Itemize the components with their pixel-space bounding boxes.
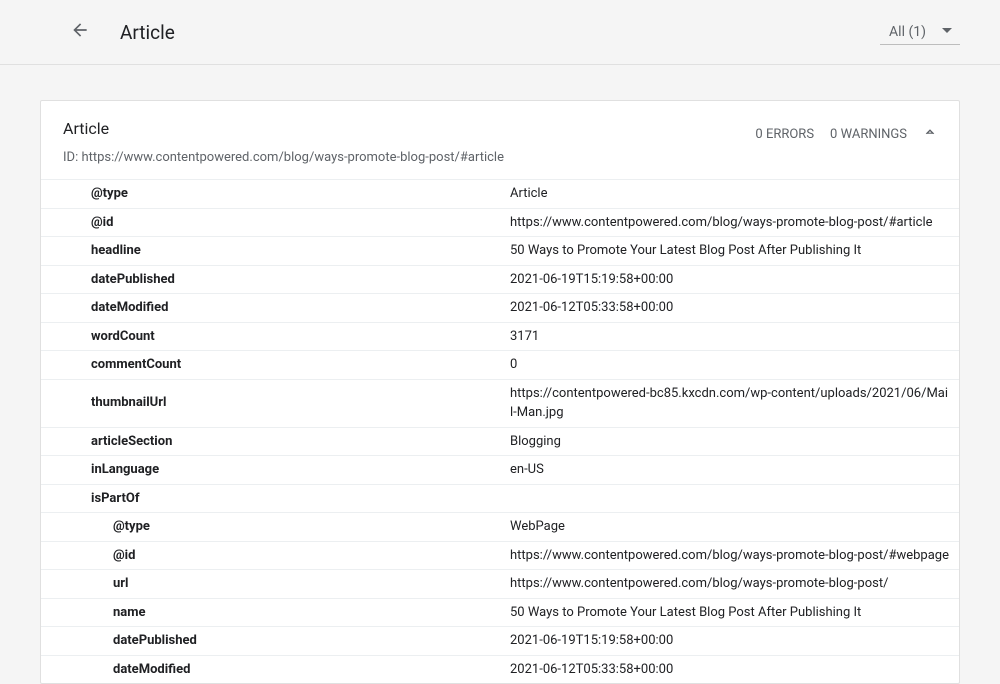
property-value: 0 — [500, 351, 959, 380]
property-key: @id — [41, 541, 500, 570]
property-key: @type — [41, 180, 500, 209]
table-row[interactable]: thumbnailUrlhttps://contentpowered-bc85.… — [41, 379, 959, 427]
property-key: isPartOf — [41, 484, 500, 513]
card-header-left: Article ID: https://www.contentpowered.c… — [63, 119, 504, 165]
table-row[interactable]: commentCount0 — [41, 351, 959, 380]
table-row[interactable]: @idhttps://www.contentpowered.com/blog/w… — [41, 541, 959, 570]
property-key: articleSection — [41, 427, 500, 456]
errors-count: 0 ERRORS — [755, 127, 814, 142]
property-key: headline — [41, 237, 500, 266]
table-row[interactable]: @typeWebPage — [41, 513, 959, 542]
property-key: wordCount — [41, 322, 500, 351]
property-value: WebPage — [500, 513, 959, 542]
table-row[interactable]: urlhttps://www.contentpowered.com/blog/w… — [41, 570, 959, 599]
chevron-down-icon — [942, 24, 952, 40]
property-value: 50 Ways to Promote Your Latest Blog Post… — [500, 598, 959, 627]
property-value: 2021-06-12T05:33:58+00:00 — [500, 655, 959, 683]
property-value: https://www.contentpowered.com/blog/ways… — [500, 208, 959, 237]
card-header-right: 0 ERRORS 0 WARNINGS — [755, 119, 937, 143]
property-value: Blogging — [500, 427, 959, 456]
table-row[interactable]: dateModified2021-06-12T05:33:58+00:00 — [41, 294, 959, 323]
page-header: Article All (1) — [0, 0, 1000, 65]
property-value: 2021-06-19T15:19:58+00:00 — [500, 265, 959, 294]
property-value: 2021-06-12T05:33:58+00:00 — [500, 294, 959, 323]
table-row[interactable]: headline50 Ways to Promote Your Latest B… — [41, 237, 959, 266]
table-row[interactable]: isPartOf — [41, 484, 959, 513]
property-value: https://contentpowered-bc85.kxcdn.com/wp… — [500, 379, 959, 427]
property-value: en-US — [500, 456, 959, 485]
table-row[interactable]: wordCount3171 — [41, 322, 959, 351]
property-value: https://www.contentpowered.com/blog/ways… — [500, 570, 959, 599]
collapse-button[interactable] — [923, 125, 937, 143]
property-key: name — [41, 598, 500, 627]
back-button[interactable] — [60, 12, 100, 52]
property-value: 50 Ways to Promote Your Latest Blog Post… — [500, 237, 959, 266]
main-content: Article ID: https://www.contentpowered.c… — [0, 65, 1000, 684]
table-row[interactable]: datePublished2021-06-19T15:19:58+00:00 — [41, 265, 959, 294]
property-key: commentCount — [41, 351, 500, 380]
property-key: dateModified — [41, 294, 500, 323]
property-key: datePublished — [41, 265, 500, 294]
table-row[interactable]: @idhttps://www.contentpowered.com/blog/w… — [41, 208, 959, 237]
chevron-up-icon — [923, 128, 937, 143]
table-row[interactable]: datePublished2021-06-19T15:19:58+00:00 — [41, 627, 959, 656]
property-key: inLanguage — [41, 456, 500, 485]
table-row[interactable]: @typeArticle — [41, 180, 959, 209]
property-value: 3171 — [500, 322, 959, 351]
property-key: dateModified — [41, 655, 500, 683]
property-value — [500, 484, 959, 513]
property-key: datePublished — [41, 627, 500, 656]
property-value: Article — [500, 180, 959, 209]
header-left: Article — [40, 12, 175, 52]
property-key: thumbnailUrl — [41, 379, 500, 427]
page-title: Article — [120, 21, 175, 44]
table-row[interactable]: dateModified2021-06-12T05:33:58+00:00 — [41, 655, 959, 683]
table-row[interactable]: inLanguageen-US — [41, 456, 959, 485]
property-value: https://www.contentpowered.com/blog/ways… — [500, 541, 959, 570]
property-value: 2021-06-19T15:19:58+00:00 — [500, 627, 959, 656]
property-key: url — [41, 570, 500, 599]
table-row[interactable]: articleSectionBlogging — [41, 427, 959, 456]
table-row[interactable]: name50 Ways to Promote Your Latest Blog … — [41, 598, 959, 627]
warnings-count: 0 WARNINGS — [830, 127, 907, 142]
properties-table: @typeArticle@idhttps://www.contentpowere… — [41, 179, 959, 683]
filter-dropdown[interactable]: All (1) — [880, 20, 960, 45]
filter-label: All (1) — [889, 24, 926, 40]
card-header: Article ID: https://www.contentpowered.c… — [41, 101, 959, 179]
arrow-left-icon — [70, 20, 90, 44]
card-title: Article — [63, 119, 504, 138]
article-card: Article ID: https://www.contentpowered.c… — [40, 100, 960, 684]
card-id: ID: https://www.contentpowered.com/blog/… — [63, 150, 504, 165]
property-key: @type — [41, 513, 500, 542]
property-key: @id — [41, 208, 500, 237]
